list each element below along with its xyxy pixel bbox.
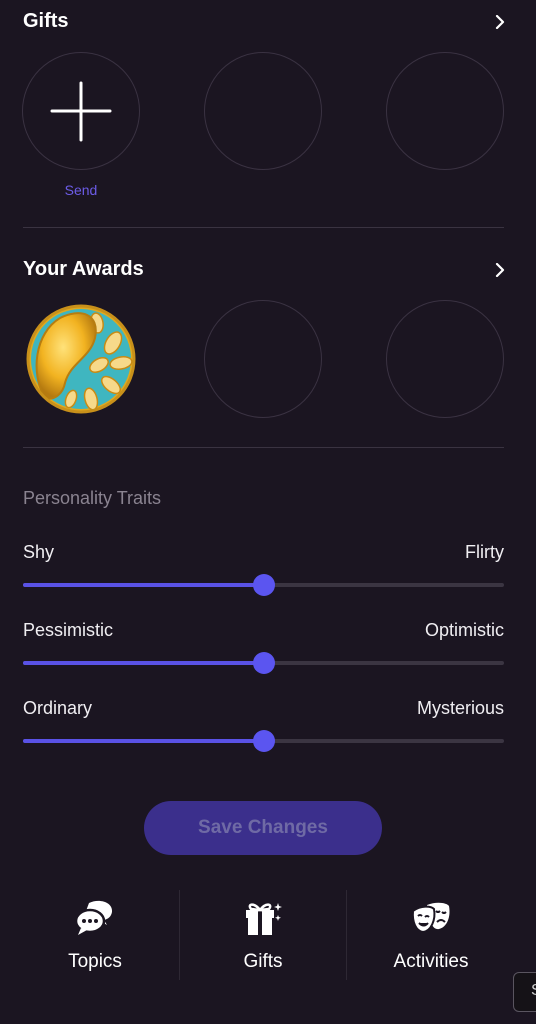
chevron-right-icon[interactable] xyxy=(494,262,506,277)
divider xyxy=(23,227,504,228)
tab-activities[interactable]: Activities xyxy=(347,885,515,980)
tab-label: Gifts xyxy=(243,951,283,972)
trait-right-label: Flirty xyxy=(465,542,504,562)
trait-right-label: Optimistic xyxy=(424,620,504,640)
save-changes-button[interactable]: Save Changes xyxy=(144,801,382,855)
trait-left-label: Ordinary xyxy=(23,698,93,718)
personality-traits-title: Personality Traits xyxy=(23,488,162,508)
slider-fill xyxy=(23,583,264,587)
trait-right-label: Mysterious xyxy=(416,698,504,718)
send-label[interactable]: Send xyxy=(22,182,140,198)
slider-fill xyxy=(23,661,264,665)
gift-slot-empty xyxy=(386,52,504,170)
divider xyxy=(23,447,504,448)
award-slot-empty xyxy=(204,300,322,418)
trait-labels: Ordinary Mysterious xyxy=(23,698,504,719)
plus-icon xyxy=(50,81,112,142)
slider-thumb[interactable] xyxy=(252,652,275,674)
trait-left-label: Shy xyxy=(23,542,55,562)
ordinary-mysterious-slider[interactable] xyxy=(23,730,504,752)
gift-icon xyxy=(246,903,282,935)
trait-labels: Pessimistic Optimistic xyxy=(23,620,504,641)
gift-slot-empty xyxy=(204,52,322,170)
awards-title: Your Awards xyxy=(23,258,144,280)
slider-fill xyxy=(23,739,264,743)
awards-header[interactable]: Your Awards xyxy=(23,258,506,281)
tab-label: Topics xyxy=(68,951,122,972)
chevron-right-icon[interactable] xyxy=(494,14,506,29)
pessimistic-optimistic-slider[interactable] xyxy=(23,652,504,674)
tab-gifts[interactable]: Gifts xyxy=(180,885,346,980)
slider-thumb[interactable] xyxy=(252,730,275,752)
trait-labels: Shy Flirty xyxy=(23,542,504,563)
send-gift-button[interactable] xyxy=(22,52,140,170)
gifts-title: Gifts xyxy=(23,10,69,32)
award-slot-empty xyxy=(386,300,504,418)
award-badge-icon[interactable] xyxy=(25,303,137,415)
bottom-tab-bar: Topics Gifts Activities xyxy=(0,885,536,980)
trait-left-label: Pessimistic xyxy=(23,620,114,640)
tab-topics[interactable]: Topics xyxy=(10,885,180,980)
theater-masks-icon xyxy=(411,902,450,934)
slider-thumb[interactable] xyxy=(252,574,275,596)
tab-label: Activities xyxy=(393,951,469,972)
corner-edge-button[interactable]: S xyxy=(513,972,536,1012)
shy-flirty-slider[interactable] xyxy=(23,574,504,596)
chat-bubbles-icon xyxy=(74,900,113,935)
gifts-header[interactable]: Gifts xyxy=(23,10,506,33)
